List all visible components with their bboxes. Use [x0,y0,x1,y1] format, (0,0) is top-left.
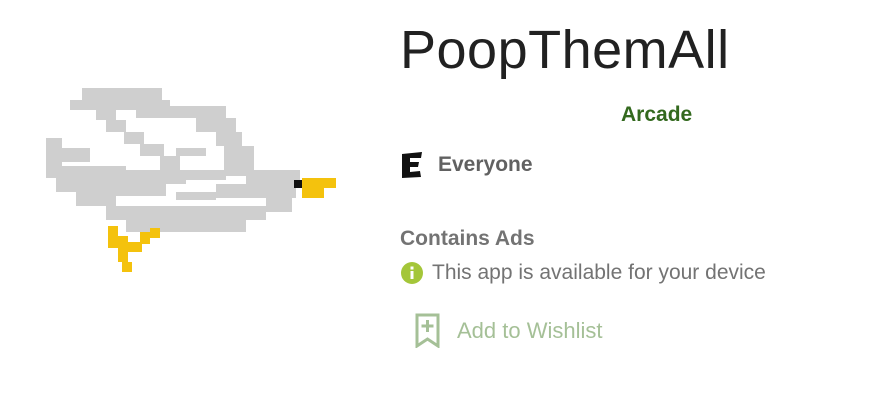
content-rating-label: Everyone [438,153,533,176]
app-icon [46,88,336,272]
info-icon [401,262,423,284]
content-rating: Everyone [400,152,533,178]
esrb-everyone-icon [402,152,422,178]
availability-text: This app is available for your device [432,261,766,284]
add-to-wishlist-button[interactable]: Add to Wishlist [414,313,603,348]
app-title: PoopThemAll [400,20,730,80]
add-to-wishlist-label: Add to Wishlist [457,317,603,343]
bookmark-add-icon [415,313,440,348]
availability-row: This app is available for your device [400,260,766,286]
contains-ads-label: Contains Ads [400,227,535,250]
category-link[interactable]: Arcade [621,102,692,128]
